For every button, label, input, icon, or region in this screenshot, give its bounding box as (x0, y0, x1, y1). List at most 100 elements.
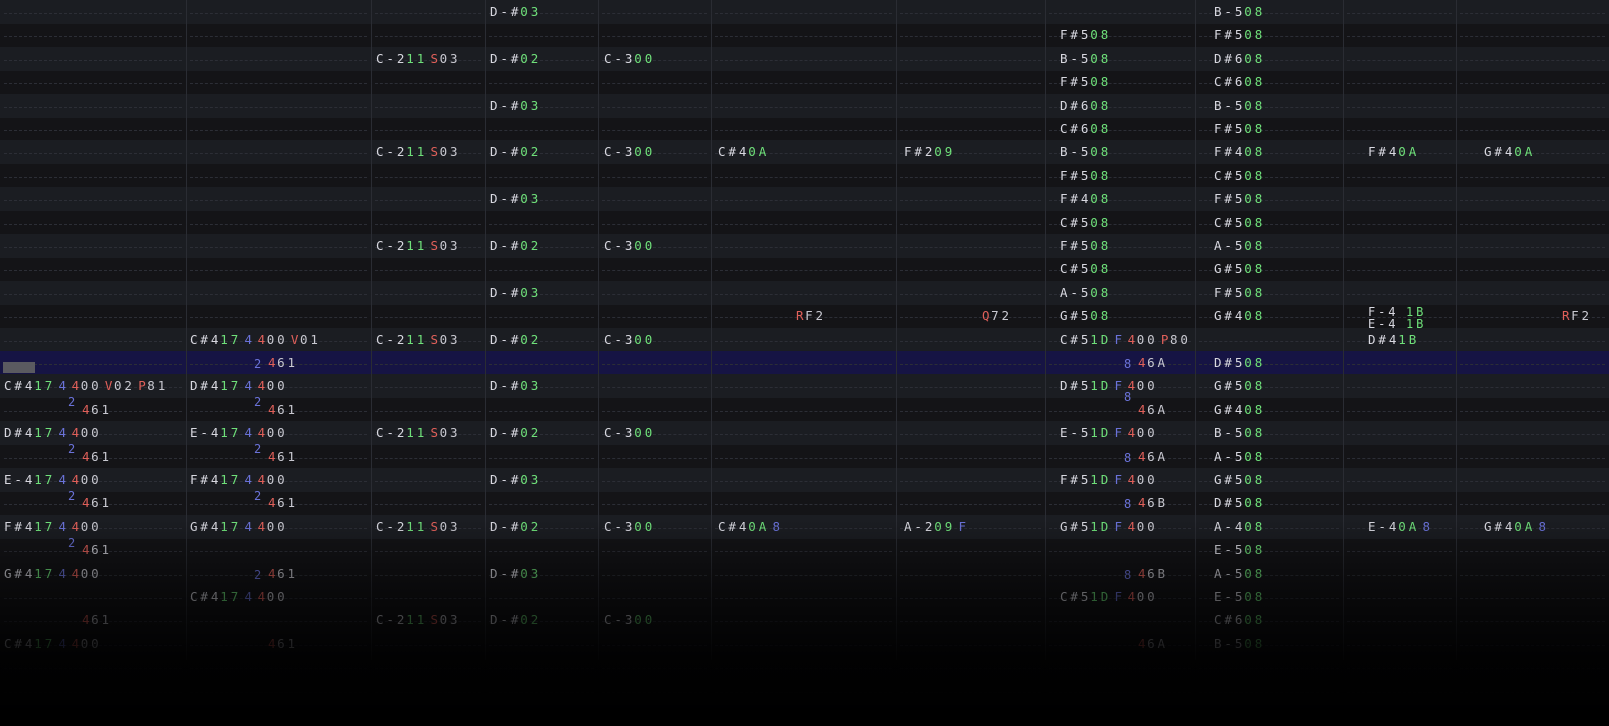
note-cell[interactable]: D-# (490, 608, 521, 632)
instrument-cell[interactable]: 02 (520, 515, 541, 539)
note-cell[interactable]: E-5 (1060, 421, 1091, 445)
instrument-cell[interactable]: 11 (406, 140, 427, 164)
instrument-cell[interactable]: 08 (1090, 164, 1111, 188)
note-cell[interactable]: C-2 (376, 421, 407, 445)
note-cell[interactable]: F#5 (1060, 70, 1091, 94)
note-cell[interactable]: A-5 (1214, 234, 1245, 258)
note-cell[interactable]: B-5 (1214, 0, 1245, 24)
sub-column-marker[interactable]: 2 (254, 443, 264, 455)
sub-column-marker[interactable]: 2 (68, 490, 78, 502)
effect-value[interactable]: 61 (91, 538, 112, 562)
note-cell[interactable]: D-# (490, 328, 521, 352)
effect-value[interactable]: 00 (267, 585, 288, 609)
instrument-cell[interactable]: 03 (520, 374, 541, 398)
effect-value[interactable]: F2 (1571, 304, 1592, 328)
pattern-row[interactable] (0, 679, 1609, 703)
instrument-cell[interactable]: 00 (634, 515, 655, 539)
instrument-cell[interactable]: 00 (634, 608, 655, 632)
instrument-cell[interactable]: 00 (634, 140, 655, 164)
pattern-row[interactable] (0, 257, 1609, 281)
note-cell[interactable]: D-# (490, 94, 521, 118)
volume-cell[interactable]: F (1115, 328, 1125, 352)
effect-value[interactable]: 01 (300, 328, 321, 352)
note-cell[interactable]: D#6 (1060, 94, 1091, 118)
instrument-cell[interactable]: 08 (1090, 211, 1111, 235)
note-cell[interactable]: C#6 (1060, 117, 1091, 141)
pattern-row[interactable] (0, 538, 1609, 562)
instrument-cell[interactable]: 08 (1244, 468, 1265, 492)
instrument-cell[interactable]: 08 (1244, 23, 1265, 47)
effect-value[interactable]: 61 (91, 445, 112, 469)
instrument-cell[interactable]: 1D (1090, 421, 1111, 445)
instrument-cell[interactable]: 11 (406, 421, 427, 445)
pattern-row[interactable] (0, 211, 1609, 235)
note-cell[interactable]: D-# (490, 47, 521, 71)
instrument-cell[interactable]: 08 (1090, 140, 1111, 164)
effect-value[interactable]: 61 (277, 398, 298, 422)
instrument-cell[interactable]: 08 (1244, 164, 1265, 188)
pattern-row[interactable] (0, 491, 1609, 515)
note-cell[interactable]: C#4 (190, 328, 221, 352)
note-cell[interactable]: G#4 (4, 562, 35, 586)
sub-column-marker[interactable]: 2 (254, 396, 264, 408)
volume-cell[interactable]: 4 (59, 562, 69, 586)
pattern-row[interactable] (0, 398, 1609, 422)
instrument-cell[interactable]: 02 (520, 140, 541, 164)
effect-value[interactable]: 81 (147, 374, 168, 398)
effect-value[interactable]: 6B (1147, 562, 1168, 586)
instrument-cell[interactable]: 08 (1244, 491, 1265, 515)
effect-value[interactable]: 6A (1147, 445, 1168, 469)
note-cell[interactable]: D#5 (1214, 351, 1245, 375)
note-cell[interactable]: B-5 (1214, 94, 1245, 118)
volume-cell[interactable]: 8 (1539, 515, 1549, 539)
pattern-row[interactable] (0, 655, 1609, 679)
effect-value[interactable]: 00 (267, 468, 288, 492)
effect-value[interactable]: 61 (277, 491, 298, 515)
instrument-cell[interactable]: 00 (634, 328, 655, 352)
instrument-cell[interactable]: 17 (220, 585, 241, 609)
note-cell[interactable]: D#4 (4, 421, 35, 445)
note-cell[interactable]: D#5 (1214, 491, 1245, 515)
instrument-cell[interactable]: 03 (520, 187, 541, 211)
instrument-cell[interactable]: 0A (748, 515, 769, 539)
instrument-cell[interactable]: 00 (634, 234, 655, 258)
instrument-cell[interactable]: 08 (1244, 632, 1265, 656)
effect-value[interactable]: 6A (1147, 632, 1168, 656)
note-cell[interactable]: D#5 (1060, 374, 1091, 398)
pattern-row[interactable] (0, 468, 1609, 492)
effect-value[interactable]: 00 (267, 421, 288, 445)
instrument-cell[interactable]: 00 (634, 47, 655, 71)
note-cell[interactable]: A-5 (1214, 445, 1245, 469)
pattern-row[interactable] (0, 280, 1609, 305)
instrument-cell[interactable]: 1D (1090, 515, 1111, 539)
volume-cell[interactable]: F (959, 515, 969, 539)
instrument-cell[interactable]: 08 (1244, 70, 1265, 94)
instrument-cell[interactable]: 0A (1514, 140, 1535, 164)
pattern-row[interactable] (0, 445, 1609, 469)
effect-value[interactable]: 00 (267, 328, 288, 352)
effect-value[interactable]: 03 (440, 421, 461, 445)
instrument-cell[interactable]: 09 (934, 515, 955, 539)
effect-value[interactable]: 03 (440, 47, 461, 71)
instrument-cell[interactable]: 1D (1090, 585, 1111, 609)
instrument-cell[interactable]: 08 (1090, 234, 1111, 258)
note-cell[interactable]: C#4 (718, 140, 749, 164)
effect-value[interactable]: 00 (1137, 468, 1158, 492)
note-cell[interactable]: F#4 (190, 468, 221, 492)
instrument-cell[interactable]: 02 (520, 47, 541, 71)
instrument-cell[interactable]: 08 (1244, 0, 1265, 24)
note-cell[interactable]: A-2 (904, 515, 935, 539)
volume-cell[interactable]: F (1115, 515, 1125, 539)
instrument-cell[interactable]: 1B (1398, 328, 1419, 352)
pattern-row[interactable] (0, 585, 1609, 609)
note-cell[interactable]: D-# (490, 140, 521, 164)
instrument-cell[interactable]: 0A (748, 140, 769, 164)
pattern-row[interactable] (0, 46, 1609, 71)
note-cell[interactable]: C#5 (1060, 211, 1091, 235)
effect-value[interactable]: 03 (440, 140, 461, 164)
instrument-cell[interactable]: 17 (34, 374, 55, 398)
volume-cell[interactable]: 8 (773, 515, 783, 539)
pattern-row[interactable] (0, 164, 1609, 188)
note-cell[interactable]: C-3 (604, 234, 635, 258)
instrument-cell[interactable]: 08 (1090, 304, 1111, 328)
